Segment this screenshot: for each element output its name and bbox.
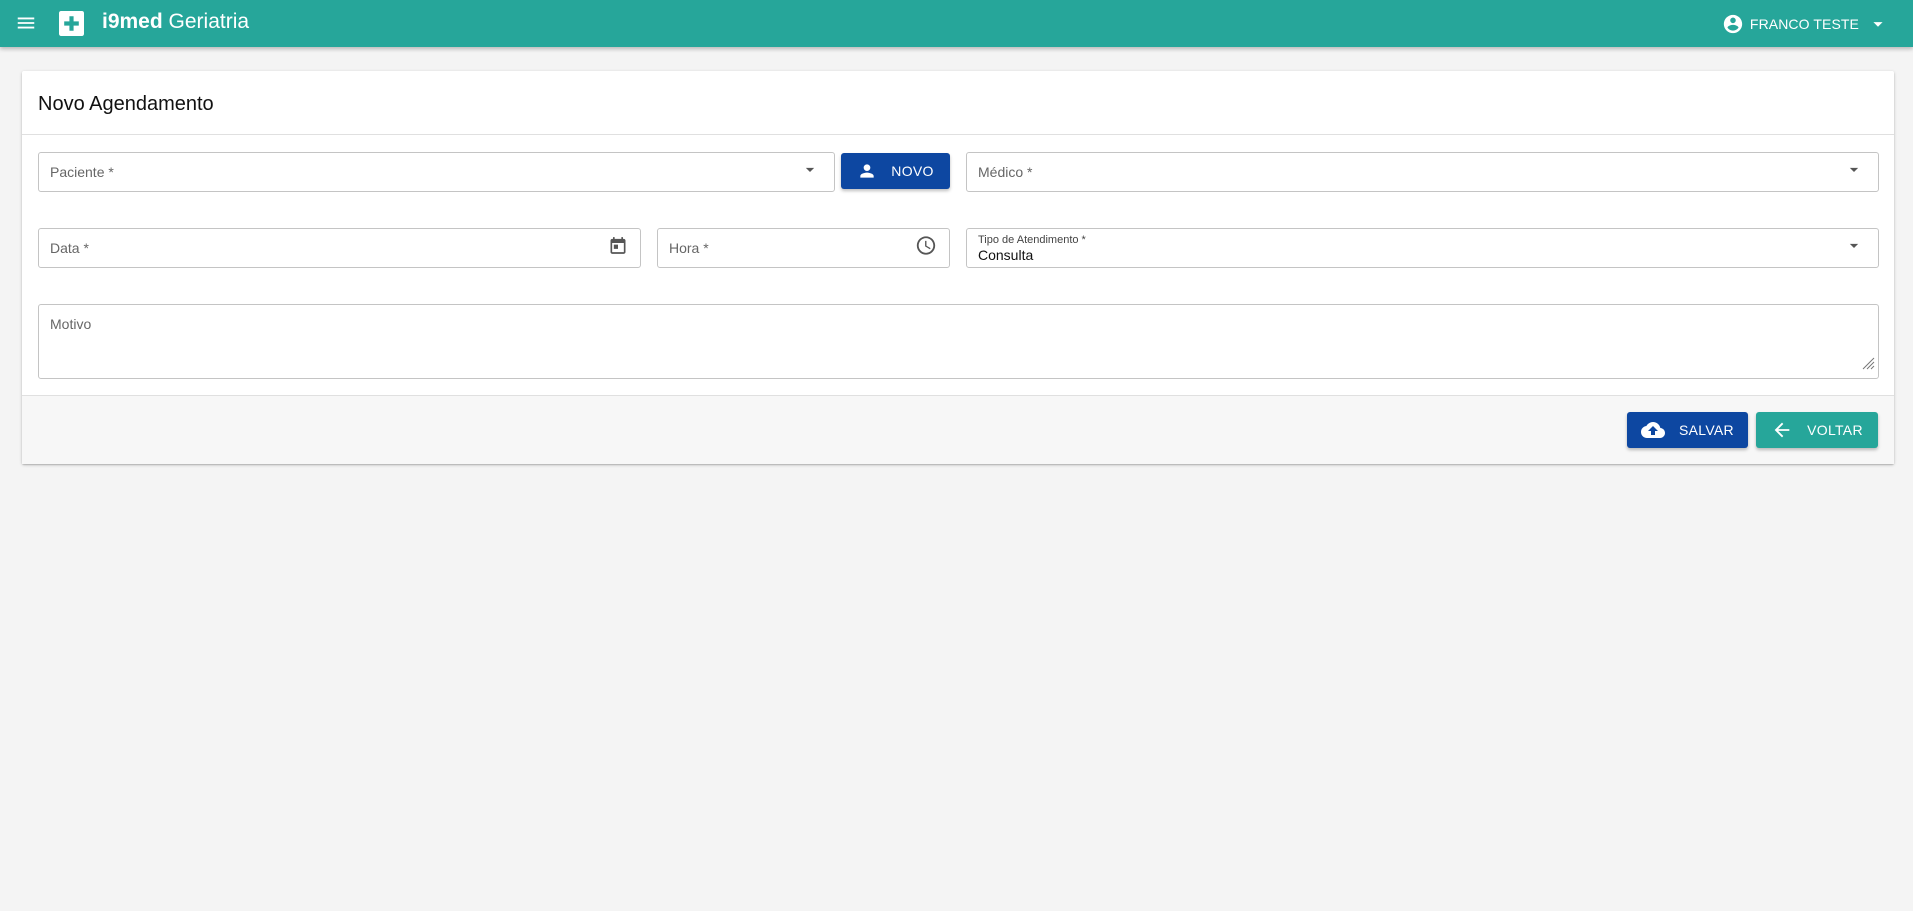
cloud-upload-icon	[1641, 422, 1665, 438]
arrow-drop-down-icon	[1844, 236, 1864, 261]
arrow-drop-down-icon	[1867, 13, 1889, 35]
app-toolbar: i9med Geriatria FRANCO TESTE	[0, 0, 1913, 47]
menu-icon[interactable]	[15, 12, 37, 34]
appointment-form-card: Novo Agendamento Paciente * NOVO Médico …	[22, 71, 1894, 464]
page-title: Novo Agendamento	[38, 93, 214, 115]
novo-button-label: NOVO	[891, 163, 934, 179]
tipo-atendimento-select[interactable]: Tipo de Atendimento * Consulta	[966, 228, 1879, 268]
motivo-label: Motivo	[50, 316, 92, 332]
tipo-atendimento-value: Consulta	[978, 247, 1034, 263]
person-icon	[860, 164, 874, 178]
medical-cross-icon	[59, 11, 84, 36]
medico-select[interactable]: Médico *	[966, 152, 1879, 192]
user-menu-button[interactable]: FRANCO TESTE	[1722, 0, 1889, 47]
card-footer: SALVAR VOLTAR	[22, 395, 1894, 464]
calendar-icon[interactable]	[608, 236, 628, 261]
user-name: FRANCO TESTE	[1749, 15, 1859, 32]
card-header: Novo Agendamento	[22, 71, 1894, 135]
data-field[interactable]: Data *	[38, 228, 641, 268]
paciente-label: Paciente *	[50, 164, 114, 180]
arrow-drop-down-icon	[1844, 160, 1864, 185]
arrow-drop-down-icon	[800, 160, 820, 185]
brand-suffix: Geriatria	[168, 10, 250, 33]
data-label: Data *	[50, 240, 89, 256]
back-button[interactable]: VOLTAR	[1756, 412, 1878, 448]
hora-label: Hora *	[669, 240, 709, 256]
motivo-textarea[interactable]: Motivo	[38, 304, 1879, 379]
medico-label: Médico *	[978, 164, 1033, 180]
resize-grip-icon[interactable]	[1861, 356, 1875, 375]
arrow-back-icon	[1774, 422, 1790, 438]
back-button-label: VOLTAR	[1807, 422, 1863, 438]
save-button[interactable]: SALVAR	[1627, 412, 1748, 448]
clock-icon[interactable]	[915, 235, 937, 262]
paciente-select[interactable]: Paciente *	[38, 152, 835, 192]
save-button-label: SALVAR	[1679, 422, 1734, 438]
hora-field[interactable]: Hora *	[657, 228, 950, 268]
brand-name: i9med	[102, 10, 163, 33]
novo-paciente-button[interactable]: NOVO	[841, 153, 950, 189]
app-brand: i9med Geriatria	[102, 10, 249, 34]
account-circle-icon	[1722, 13, 1744, 35]
